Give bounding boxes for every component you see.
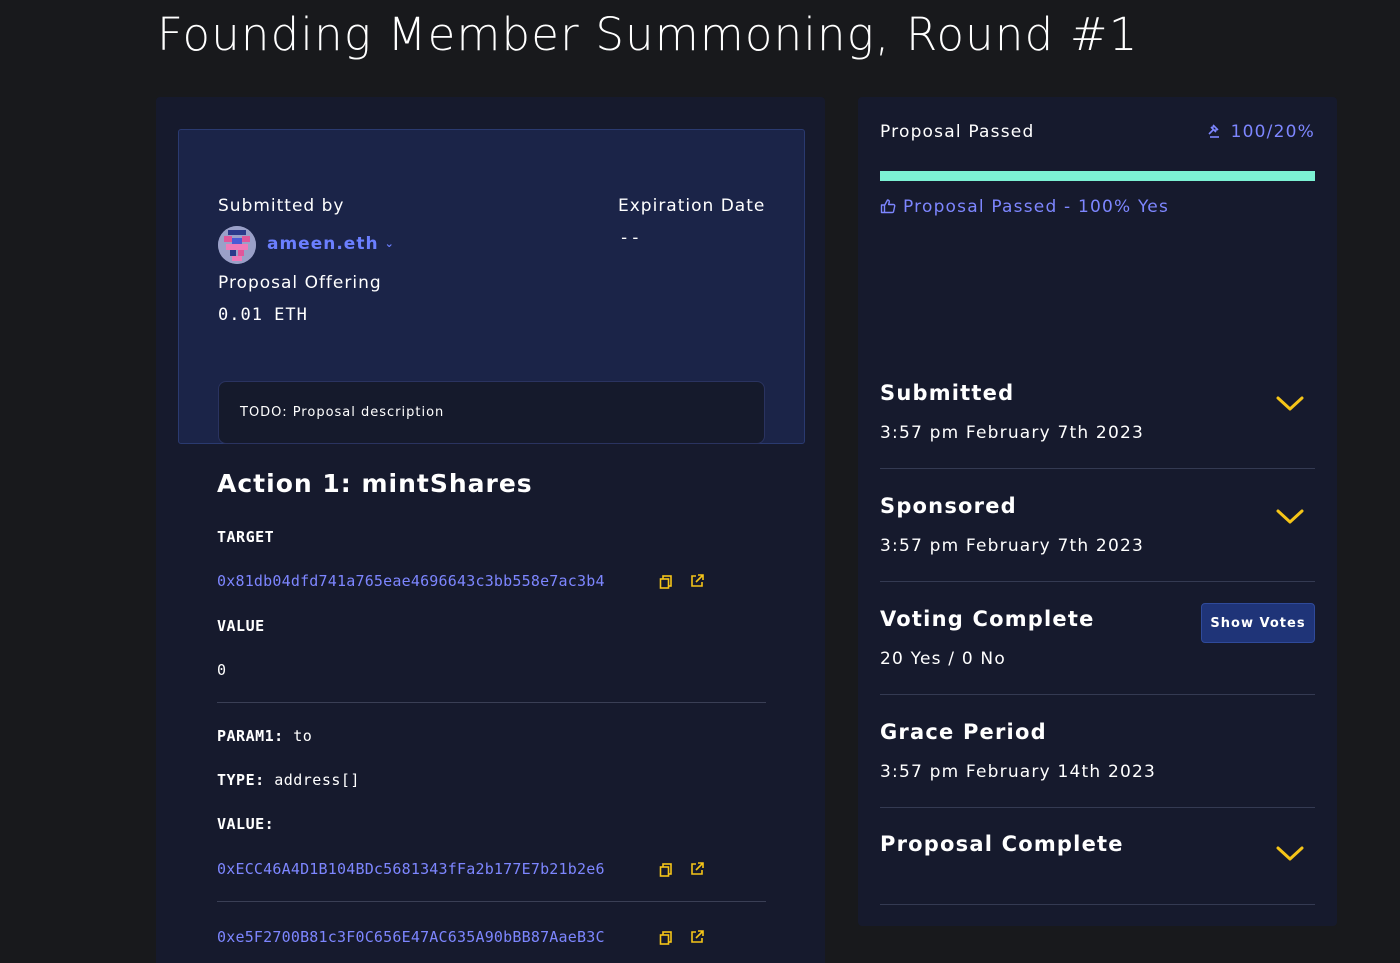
divider: [880, 581, 1315, 582]
offering-label: Proposal Offering: [218, 273, 382, 293]
param-value-label: VALUE:: [217, 815, 275, 833]
action-title: Action 1: mintShares: [217, 469, 533, 498]
divider: [880, 807, 1315, 808]
proposal-status-card: Proposal Passed 100/20% Proposal Passed …: [858, 97, 1337, 926]
stage-sponsored-date: 3:57 pm February 7th 2023: [880, 536, 1144, 556]
status-label: Proposal Passed: [880, 122, 1035, 142]
target-address[interactable]: 0x81db04dfd741a765eae4696643c3bb558e7ac3…: [217, 572, 605, 590]
vote-progress-fill: [880, 171, 1315, 181]
description-box: TODO: Proposal description: [218, 381, 765, 444]
avatar: [218, 226, 256, 264]
proposal-header: Submitted by ameen.eth ⌄ Expiration Date …: [178, 129, 805, 444]
copy-icon[interactable]: [658, 862, 676, 880]
copy-icon[interactable]: [658, 930, 676, 948]
chevron-down-icon[interactable]: [1274, 506, 1306, 528]
expiration-value: --: [619, 228, 642, 248]
description-text: TODO: Proposal description: [240, 405, 445, 420]
external-link-icon[interactable]: [689, 929, 707, 947]
type-row: TYPE: address[]: [217, 771, 360, 789]
vote-progress-bar: [880, 171, 1315, 181]
external-link-icon[interactable]: [689, 573, 707, 591]
value-label: VALUE: [217, 617, 265, 635]
result-text: Proposal Passed - 100% Yes: [903, 197, 1170, 217]
chevron-down-icon: ⌄: [384, 237, 395, 250]
external-link-icon[interactable]: [689, 861, 707, 879]
show-votes-button[interactable]: Show Votes: [1201, 603, 1315, 643]
proposal-details-card: Submitted by ameen.eth ⌄ Expiration Date …: [156, 97, 825, 963]
gavel-icon: [1208, 124, 1219, 138]
type-label: TYPE:: [217, 771, 265, 789]
quorum-value: 100/20%: [1230, 122, 1315, 142]
submitter-name: ameen.eth: [267, 234, 379, 254]
divider: [217, 702, 766, 703]
stage-voting-title: Voting Complete: [880, 607, 1095, 631]
param-address-2[interactable]: 0xe5F2700B81c3F0C656E47AC635A90bBB87AaeB…: [217, 928, 605, 946]
chevron-down-icon[interactable]: [1274, 393, 1306, 415]
thumbs-up-icon: [880, 199, 896, 214]
param-address-1[interactable]: 0xECC46A4D1B104BDc5681343fFa2b177E7b21b2…: [217, 860, 605, 878]
stage-sponsored-title: Sponsored: [880, 494, 1017, 518]
divider: [880, 694, 1315, 695]
quorum-indicator: 100/20%: [1207, 122, 1315, 142]
divider: [217, 901, 766, 902]
offering-value: 0.01 ETH: [218, 305, 308, 325]
param1-label: PARAM1:: [217, 727, 284, 745]
page-title: Founding Member Summoning, Round #1: [157, 8, 1139, 61]
submitter-link[interactable]: ameen.eth ⌄: [267, 234, 395, 254]
target-label: TARGET: [217, 528, 275, 546]
stage-voting-result: 20 Yes / 0 No: [880, 649, 1006, 669]
submitted-by-label: Submitted by: [218, 196, 345, 216]
stage-submitted-date: 3:57 pm February 7th 2023: [880, 423, 1144, 443]
param1-name: to: [293, 727, 313, 745]
result-line: Proposal Passed - 100% Yes: [880, 197, 1169, 217]
chevron-down-icon[interactable]: [1274, 843, 1306, 865]
value-text: 0: [217, 661, 227, 679]
divider: [880, 904, 1315, 905]
expiration-label: Expiration Date: [618, 196, 766, 216]
stage-grace-date: 3:57 pm February 14th 2023: [880, 762, 1157, 782]
stage-complete-title: Proposal Complete: [880, 832, 1124, 856]
stage-submitted-title: Submitted: [880, 381, 1015, 405]
type-value: address[]: [274, 771, 360, 789]
copy-icon[interactable]: [658, 574, 676, 592]
param1-row: PARAM1: to: [217, 727, 312, 745]
stage-grace-title: Grace Period: [880, 720, 1047, 744]
divider: [880, 468, 1315, 469]
